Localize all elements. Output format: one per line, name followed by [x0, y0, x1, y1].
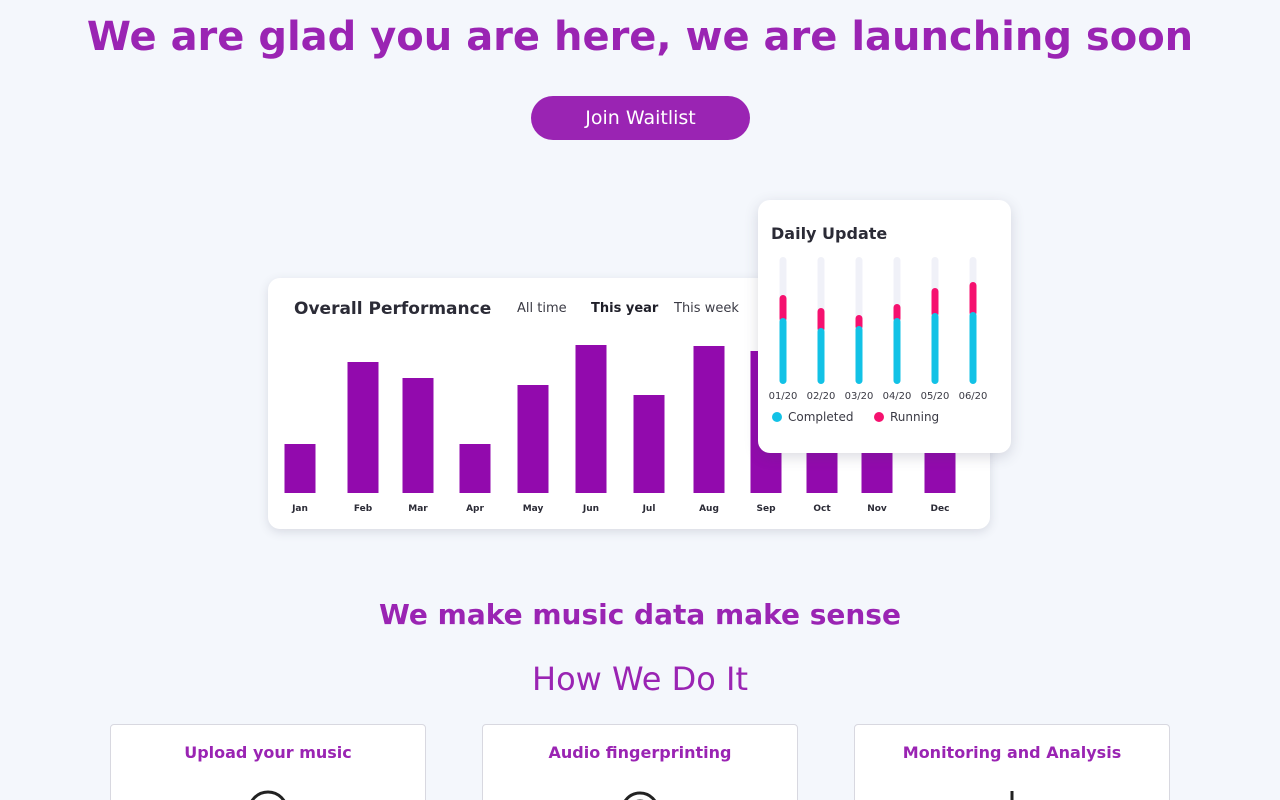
bar-completed-2 — [817, 328, 825, 384]
bar-jan — [284, 444, 316, 493]
bar-completed-6 — [969, 312, 977, 384]
x-tick-label: 01/20 — [769, 391, 798, 402]
x-tick-label: 02/20 — [807, 391, 836, 402]
x-tick-label: May — [523, 504, 544, 514]
feature-title: Audio fingerprinting — [548, 743, 732, 762]
x-tick-label: 03/20 — [845, 391, 874, 402]
feature-card-monitoring: Monitoring and Analysis — [854, 724, 1170, 800]
join-waitlist-button[interactable]: Join Waitlist — [531, 96, 750, 140]
hero-title: We are glad you are here, we are launchi… — [86, 14, 1194, 60]
bar-completed-1 — [779, 318, 787, 384]
bar-may — [517, 385, 549, 493]
x-tick-label: 05/20 — [921, 391, 950, 402]
legend-running: Running — [874, 410, 939, 424]
completed-dot-icon — [772, 412, 782, 422]
legend-running-label: Running — [890, 410, 940, 424]
x-tick-label: Nov — [867, 504, 887, 514]
performance-title: Overall Performance — [294, 299, 492, 319]
feature-card-fingerprint: Audio fingerprinting — [482, 724, 798, 800]
tab-this-year[interactable]: This year — [591, 301, 658, 316]
x-tick-label: Jul — [642, 504, 656, 514]
bar-running-6 — [969, 282, 977, 316]
x-tick-label: Dec — [931, 504, 950, 514]
feature-title: Upload your music — [184, 743, 352, 762]
bar-feb — [347, 362, 379, 493]
x-tick-label: Sep — [756, 504, 776, 514]
bar-jul — [633, 395, 665, 493]
monitor-icon — [1010, 791, 1014, 800]
bar-running-5 — [931, 288, 939, 317]
bar-mar — [402, 378, 434, 493]
x-tick-label: Jun — [582, 504, 599, 514]
fingerprint-icon — [623, 791, 657, 800]
feature-card-upload: Upload your music — [110, 724, 426, 800]
tab-all-time[interactable]: All time — [517, 301, 567, 316]
legend-completed: Completed — [772, 410, 853, 424]
bar-completed-5 — [931, 313, 939, 384]
x-tick-label: 04/20 — [883, 391, 912, 402]
bar-running-1 — [779, 295, 787, 322]
x-tick-label: Mar — [408, 504, 428, 514]
upload-icon — [250, 790, 286, 800]
x-tick-label: Apr — [466, 504, 484, 514]
legend-completed-label: Completed — [788, 410, 854, 424]
bar-completed-4 — [893, 318, 901, 384]
bar-aug — [693, 346, 725, 493]
how-we-do-it-title: How We Do It — [532, 660, 748, 698]
bar-jun — [575, 345, 607, 493]
x-tick-label: 06/20 — [959, 391, 988, 402]
tab-this-week[interactable]: This week — [674, 301, 739, 316]
x-tick-label: Oct — [813, 504, 831, 514]
tagline: We make music data make sense — [379, 598, 901, 631]
x-tick-label: Feb — [354, 504, 373, 514]
bar-completed-3 — [855, 326, 863, 384]
feature-title: Monitoring and Analysis — [902, 743, 1122, 762]
bar-apr — [459, 444, 491, 493]
x-tick-label: Jan — [291, 504, 308, 514]
running-dot-icon — [874, 412, 884, 422]
x-tick-label: Aug — [699, 504, 719, 514]
daily-title: Daily Update — [771, 224, 888, 243]
daily-update-card: 01/20 02/20 03/20 04/20 05/20 06/20 Daily Upd… — [758, 200, 1011, 453]
